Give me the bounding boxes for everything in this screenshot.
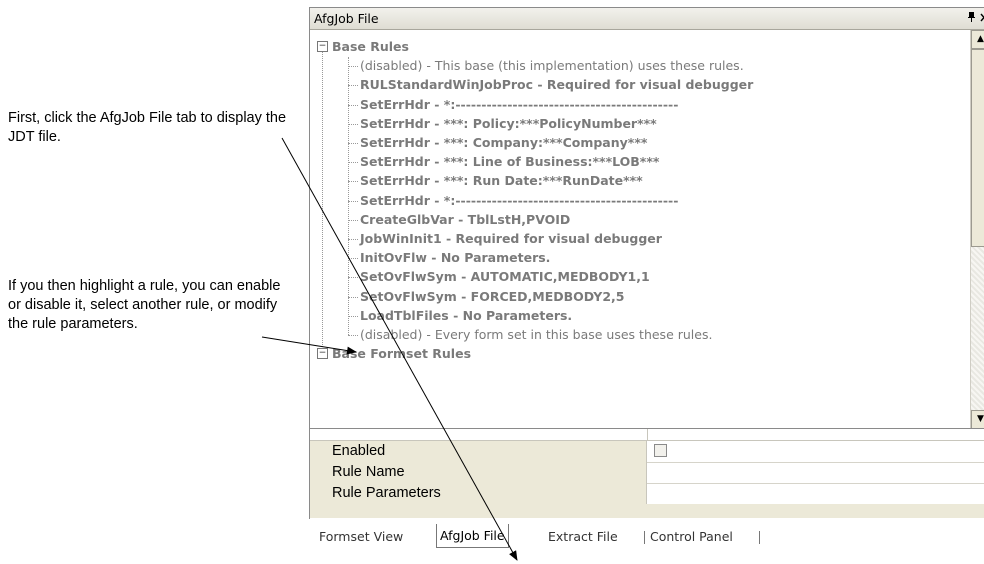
property-row-rule-parameters[interactable]: Rule Parameters: [310, 483, 984, 505]
rule-label: SetErrHdr - *:--------------------------…: [360, 192, 679, 208]
panel-title: AfgJob File: [314, 11, 379, 26]
tree-rule-item[interactable]: SetErrHdr - *:--------------------------…: [360, 95, 678, 114]
enabled-checkbox[interactable]: [654, 444, 667, 457]
panel-titlebar: AfgJob File: [310, 8, 984, 30]
rule-label: (disabled) - Every form set in this base…: [360, 327, 713, 342]
tree-guide: [348, 162, 358, 164]
rule-label: SetErrHdr - ***: Policy:***PolicyNumber*…: [360, 115, 657, 131]
tree-rule-item[interactable]: SetOvFlwSym - AUTOMATIC,MEDBODY1,1: [360, 267, 650, 286]
scroll-thumb[interactable]: [971, 49, 984, 247]
rule-label: JobWinInit1 - Required for visual debugg…: [360, 231, 662, 246]
tree-rule-item[interactable]: SetErrHdr - ***: Policy:***PolicyNumber*…: [360, 114, 657, 133]
rule-label: InitOvFlw - No Parameters.: [360, 250, 551, 266]
tree-root-label: Base Formset Rules: [332, 346, 472, 362]
tree-root-label: Base Rules: [332, 39, 409, 54]
tree-guide: [322, 52, 323, 360]
property-name: Rule Parameters: [310, 483, 647, 504]
scroll-up-icon[interactable]: ▲: [971, 30, 984, 49]
rule-parameters-value[interactable]: [648, 483, 984, 504]
callout-highlight-rule: If you then highlight a rule, you can en…: [8, 278, 281, 332]
tree-rule-item[interactable]: JobWinInit1 - Required for visual debugg…: [360, 229, 662, 248]
tree-rule-item[interactable]: SetErrHdr - ***: Company:***Company***: [360, 133, 647, 152]
rule-label: LoadTblFiles - No Parameters.: [360, 307, 573, 323]
tree-rule-item[interactable]: SetOvFlwSym - FORCED,MEDBODY2,5: [360, 287, 624, 306]
rule-label: SetErrHdr - *:--------------------------…: [360, 96, 679, 112]
tree-guide: [348, 85, 358, 87]
rule-label: SetErrHdr - ***: Company:***Company***: [360, 135, 648, 150]
rule-name-value[interactable]: [648, 462, 984, 483]
tree-rule-item[interactable]: (disabled) - This base (this implementat…: [360, 56, 744, 75]
property-name: Rule Name: [310, 462, 647, 483]
properties-grid: Enabled Rule Name Rule Parameters: [310, 428, 984, 519]
callout-click-tab: First, click the AfgJob File tab to disp…: [8, 110, 287, 145]
tab-extract-file[interactable]: Extract File: [545, 526, 621, 547]
tab-control-panel[interactable]: Control Panel: [647, 526, 736, 547]
tree-guide: [348, 335, 358, 336]
collapse-icon[interactable]: −: [317, 348, 328, 360]
rule-label: SetErrHdr - ***: Line of Business:***LOB…: [360, 154, 660, 170]
properties-header: [310, 429, 984, 441]
tree-rule-item[interactable]: SetErrHdr - ***: Line of Business:***LOB…: [360, 152, 659, 171]
tree-rule-item[interactable]: SetErrHdr - *:--------------------------…: [360, 191, 678, 210]
document-tabbar: Formset View AfgJob File Extract File Co…: [309, 519, 984, 549]
close-icon[interactable]: [980, 8, 984, 29]
tree-rule-item[interactable]: SetErrHdr - ***: Run Date:***RunDate***: [360, 171, 643, 190]
tab-afgjob-file[interactable]: AfgJob File: [436, 524, 509, 548]
property-row-rule-name[interactable]: Rule Name: [310, 462, 984, 484]
tree-rule-item[interactable]: CreateGlbVar - TblLstH,PVOID: [360, 210, 570, 229]
tree-guide: [348, 277, 358, 279]
tree-guide: [348, 66, 358, 68]
rule-label: RULStandardWinJobProc - Required for vis…: [360, 77, 754, 93]
pin-icon[interactable]: [967, 8, 976, 29]
scroll-down-icon[interactable]: ▼: [971, 410, 984, 429]
tree-rule-item[interactable]: RULStandardWinJobProc - Required for vis…: [360, 75, 753, 94]
tab-formset-view[interactable]: Formset View: [316, 526, 406, 547]
property-value[interactable]: [648, 441, 984, 462]
tree-guide: [348, 181, 358, 183]
tree-rule-item[interactable]: InitOvFlw - No Parameters.: [360, 248, 550, 267]
tree-guide: [348, 104, 358, 106]
tree-guide: [348, 219, 358, 221]
collapse-icon[interactable]: −: [317, 41, 328, 52]
tree-guide: [348, 258, 358, 260]
tree-guide: [348, 200, 358, 202]
tree-rule-item[interactable]: LoadTblFiles - No Parameters.: [360, 306, 572, 325]
tab-separator: [759, 531, 760, 544]
rule-label: SetErrHdr - ***: Run Date:***RunDate***: [360, 173, 643, 189]
property-name: Enabled: [310, 441, 647, 462]
tree-root-base-rules[interactable]: Base Rules: [332, 37, 409, 56]
rule-label: SetOvFlwSym - AUTOMATIC,MEDBODY1,1: [360, 269, 650, 285]
tree-guide: [348, 123, 358, 125]
rule-label: CreateGlbVar - TblLstH,PVOID: [360, 211, 571, 227]
properties-footer: [310, 504, 984, 518]
rules-tree[interactable]: − Base Rules (disabled) - This base (this …: [310, 30, 970, 428]
afgjob-file-panel: AfgJob File − Base Rules (disabled) - This…: [309, 7, 984, 519]
rule-label: (disabled) - This base (this implementat…: [360, 58, 744, 74]
tree-guide: [348, 315, 358, 317]
tree-rule-item[interactable]: (disabled) - Every form set in this base…: [360, 325, 712, 344]
tree-guide: [348, 239, 358, 240]
property-row-enabled[interactable]: Enabled: [310, 441, 984, 463]
tree-guide: [348, 143, 358, 144]
tree-scrollbar[interactable]: ▲ ▼: [970, 30, 984, 429]
tree-guide: [348, 57, 349, 336]
tree-guide: [348, 296, 358, 298]
tree-root-base-formset-rules[interactable]: Base Formset Rules: [332, 344, 471, 363]
tab-separator: [644, 531, 645, 544]
rule-label: SetOvFlwSym - FORCED,MEDBODY2,5: [360, 288, 625, 304]
